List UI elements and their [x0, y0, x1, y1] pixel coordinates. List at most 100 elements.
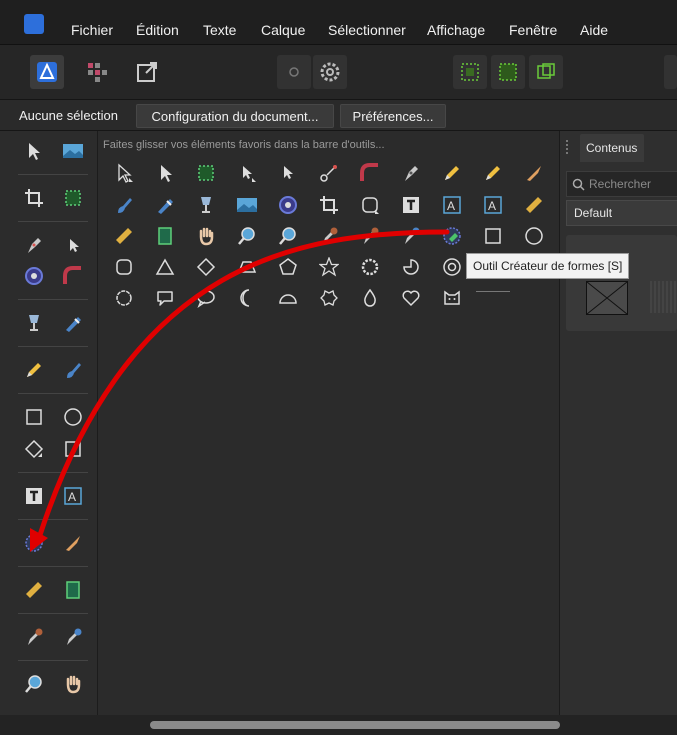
snap-geometry-icon[interactable] — [529, 55, 563, 89]
color-picker-tool-icon[interactable] — [318, 225, 340, 247]
area-tool-icon[interactable] — [61, 578, 85, 602]
zoom-tool-alt-icon[interactable] — [277, 225, 299, 247]
node-tool-icon[interactable] — [61, 233, 85, 257]
measure-tool-icon[interactable] — [22, 578, 46, 602]
triangle-tool-icon[interactable] — [154, 256, 176, 278]
snapping-icon[interactable] — [453, 55, 487, 89]
zoom-tool-icon[interactable] — [236, 225, 258, 247]
corner-tool-icon[interactable] — [277, 194, 299, 216]
pen-tool-icon[interactable] — [22, 233, 46, 257]
artboard-tool-icon[interactable] — [195, 162, 217, 184]
measure-tool-icon[interactable] — [523, 194, 545, 216]
heart-tool-icon[interactable] — [400, 287, 422, 309]
ellipse-tool-icon[interactable] — [523, 225, 545, 247]
cloud-tool-icon[interactable] — [113, 287, 135, 309]
artistic-text-tool-icon[interactable] — [22, 484, 46, 508]
ellipse-tool-icon[interactable] — [61, 405, 85, 429]
frame-text-tool-icon[interactable]: A — [441, 194, 463, 216]
knife-tool-icon[interactable] — [523, 162, 545, 184]
move-tool-alt-icon[interactable] — [154, 162, 176, 184]
document-setup-button[interactable]: Configuration du document... — [136, 104, 334, 128]
trapezoid-tool-icon[interactable] — [236, 256, 258, 278]
measure-tool-alt-icon[interactable] — [113, 225, 135, 247]
rectangle-tool-icon[interactable] — [22, 405, 46, 429]
callout-rounded-rectangle-tool-icon[interactable] — [154, 287, 176, 309]
area-tool-icon[interactable] — [154, 225, 176, 247]
polygon-tool-icon[interactable] — [277, 256, 299, 278]
hand-tool-icon[interactable] — [61, 672, 85, 696]
menu-texte[interactable]: Texte — [203, 22, 236, 38]
style-picker-tool-icon[interactable] — [61, 625, 85, 649]
place-image-tool-icon[interactable] — [236, 194, 258, 216]
panel-grip-icon[interactable] — [566, 140, 574, 154]
artistic-text-tool-icon[interactable] — [400, 194, 422, 216]
callout-tool-icon[interactable] — [61, 437, 85, 461]
color-picker-tool-icon[interactable] — [22, 625, 46, 649]
node-tool-icon[interactable] — [236, 162, 258, 184]
category-select[interactable]: Default — [566, 200, 677, 226]
pie-tool-icon[interactable] — [400, 256, 422, 278]
export-persona-button[interactable] — [130, 55, 164, 89]
menu-affichage[interactable]: Affichage — [427, 22, 485, 38]
gear-icon[interactable] — [313, 55, 347, 89]
transparency-tool-icon[interactable] — [154, 194, 176, 216]
rounded-rectangle-tool-icon[interactable] — [113, 256, 135, 278]
fill-tool-icon[interactable] — [22, 311, 46, 335]
square-star-tool-icon[interactable] — [318, 287, 340, 309]
color-picker-tool-alt-icon[interactable] — [359, 225, 381, 247]
zoom-tool-icon[interactable] — [22, 672, 46, 696]
knife-tool-icon[interactable] — [61, 531, 85, 555]
menu-calque[interactable]: Calque — [261, 22, 305, 38]
vector-brush-tool-icon[interactable] — [113, 194, 135, 216]
point-transform-tool-icon[interactable] — [277, 162, 299, 184]
star-tool-icon[interactable] — [318, 256, 340, 278]
frame-text-tool-icon[interactable]: A — [61, 484, 85, 508]
menu-fichier[interactable]: Fichier — [71, 22, 113, 38]
view-mode-icon[interactable] — [277, 55, 311, 89]
menu-aide[interactable]: Aide — [580, 22, 608, 38]
contour-tool-icon[interactable] — [318, 162, 340, 184]
artboard-tool-icon[interactable] — [61, 186, 85, 210]
cat-tool-icon[interactable] — [441, 287, 463, 309]
preferences-button[interactable]: Préférences... — [340, 104, 446, 128]
rectangle-tool-icon[interactable] — [482, 225, 504, 247]
tear-tool-icon[interactable] — [359, 287, 381, 309]
toolbar-overflow-button[interactable] — [664, 55, 677, 89]
donut-tool-icon[interactable] — [441, 256, 463, 278]
tab-contents[interactable]: Contenus — [580, 134, 644, 162]
transparency-tool-icon[interactable] — [61, 311, 85, 335]
designer-persona-button[interactable] — [30, 55, 64, 89]
menu-edition[interactable]: Édition — [136, 22, 179, 38]
move-tool-icon[interactable] — [113, 162, 135, 184]
menu-fenetre[interactable]: Fenêtre — [509, 22, 557, 38]
shape-builder-tool-icon[interactable] — [22, 531, 46, 555]
separator-item[interactable] — [476, 291, 510, 292]
shape-tools-icon[interactable] — [22, 437, 46, 461]
pencil-tool-alt-icon[interactable] — [482, 162, 504, 184]
snap-grid-icon[interactable] — [491, 55, 525, 89]
callout-ellipse-tool-icon[interactable] — [195, 287, 217, 309]
pencil-curve-tool-icon[interactable] — [61, 264, 85, 288]
place-image-tool-icon[interactable] — [61, 139, 85, 163]
shape-builder-tool-icon[interactable] — [441, 225, 463, 247]
frame-text-tool-alt-icon[interactable]: A — [482, 194, 504, 216]
search-field[interactable]: Rechercher — [566, 171, 677, 197]
crescent-tool-icon[interactable] — [236, 287, 258, 309]
hand-tool-icon[interactable] — [195, 225, 217, 247]
cog-shape-tool-icon[interactable] — [359, 256, 381, 278]
menu-selectionner[interactable]: Sélectionner — [328, 22, 406, 38]
pencil-tool-icon[interactable] — [22, 358, 46, 382]
crop-tool-icon[interactable] — [318, 194, 340, 216]
corner-tool-icon[interactable] — [22, 264, 46, 288]
segment-tool-icon[interactable] — [277, 287, 299, 309]
pencil-tool-icon[interactable] — [441, 162, 463, 184]
fill-tool-icon[interactable] — [195, 194, 217, 216]
pen-tool-icon[interactable] — [400, 162, 422, 184]
horizontal-scrollbar[interactable] — [150, 721, 560, 729]
pixel-persona-button[interactable] — [80, 55, 114, 89]
asset-thumbnail[interactable] — [586, 281, 628, 315]
rounded-rectangle-tool-icon[interactable] — [359, 194, 381, 216]
vector-brush-tool-icon[interactable] — [61, 358, 85, 382]
asset-thumbnail[interactable] — [650, 281, 677, 313]
move-tool-icon[interactable] — [22, 139, 46, 163]
